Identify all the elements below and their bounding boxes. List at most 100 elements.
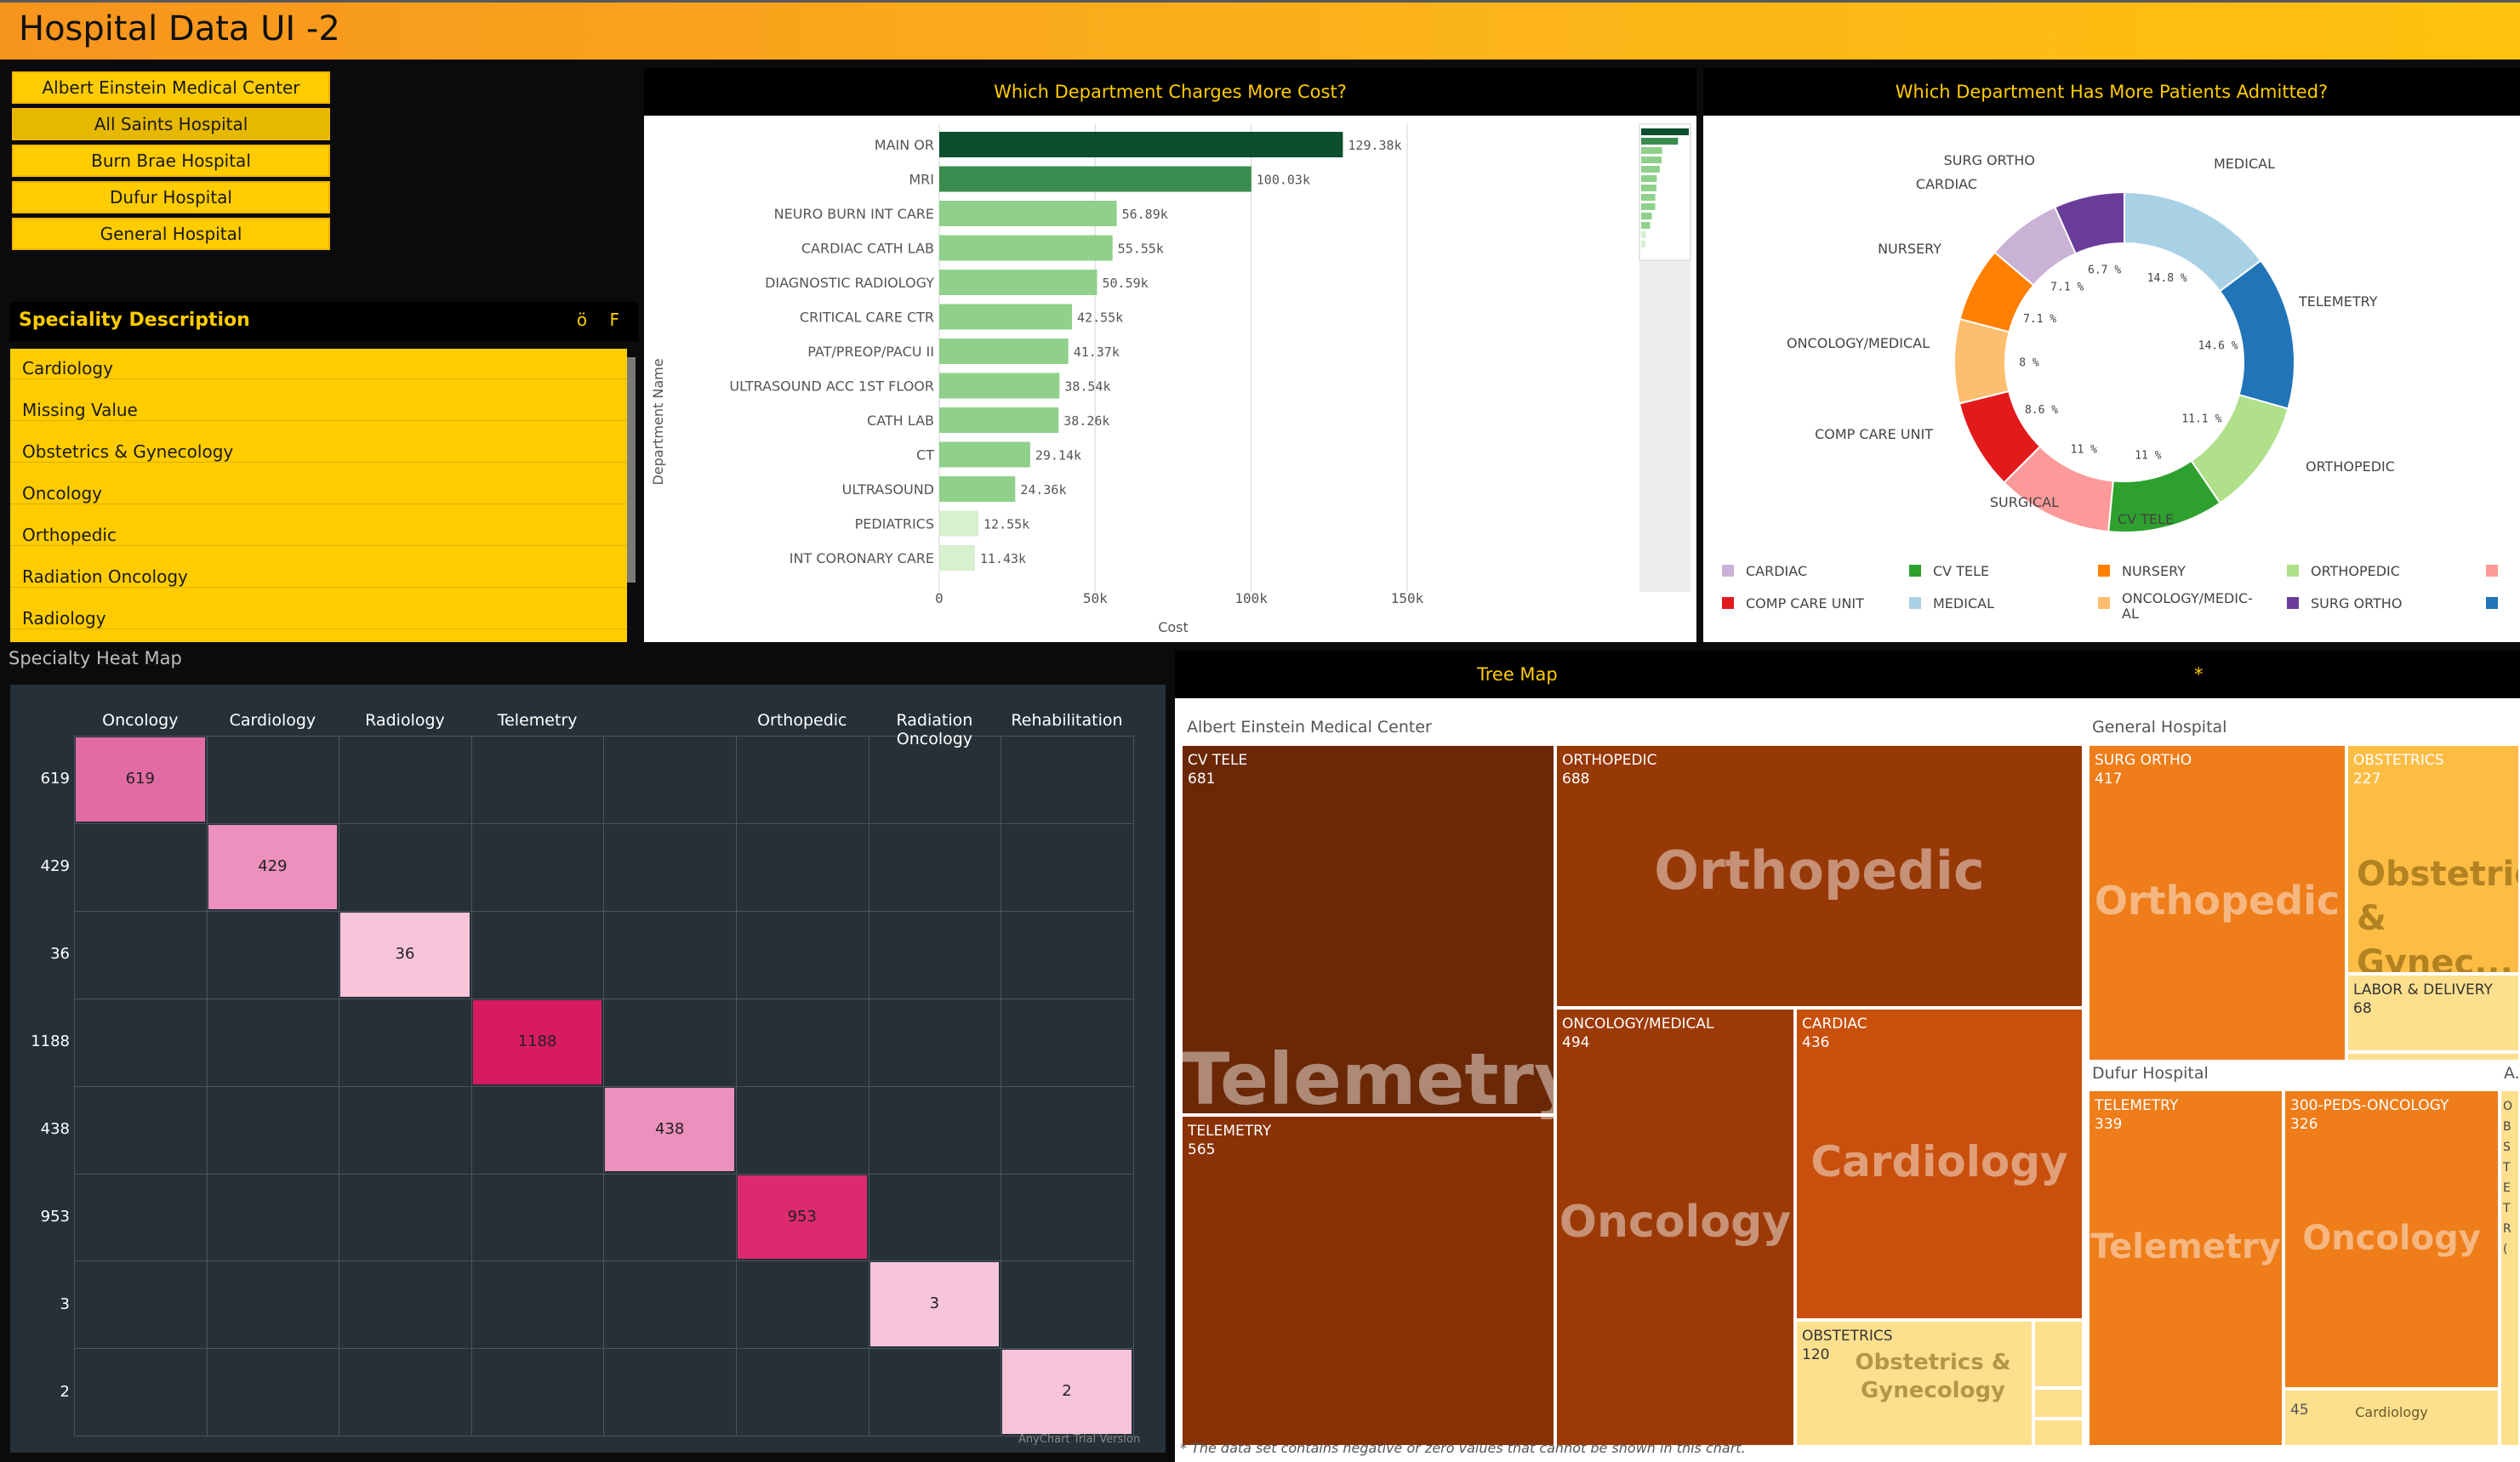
- treemap-tile-oncology-medical[interactable]: ONCOLOGY/MEDICAL 494 Oncology: [1555, 1008, 1795, 1447]
- bar-category-label: INT CORONARY CARE: [790, 550, 934, 566]
- bar-category-label: NEURO BURN INT CARE: [774, 206, 934, 222]
- slice-percent-label: 11 %: [2071, 443, 2097, 456]
- treemap-tile-other[interactable]: O B S T E T R (: [2500, 1089, 2520, 1447]
- tile-value: 120: [1802, 1346, 1830, 1363]
- hospital-button-general[interactable]: General Hospital: [12, 218, 330, 250]
- tile-value: 68: [2353, 1000, 2372, 1017]
- hospital-button-dufur[interactable]: Dufur Hospital: [12, 181, 330, 213]
- bar-category-label: CRITICAL CARE CTR: [800, 310, 934, 326]
- cost-chart-title: Which Department Charges More Cost?: [644, 68, 1696, 116]
- app-title: Hospital Data UI -2: [19, 9, 340, 48]
- x-tick-label: 100k: [1234, 590, 1268, 606]
- bar-value-label: 50.59k: [1102, 276, 1148, 291]
- patients-chart-panel: Which Department Has More Patients Admit…: [1703, 68, 2520, 642]
- treemap-tile-small[interactable]: [2033, 1419, 2084, 1447]
- heatmap-cell[interactable]: 619: [76, 737, 205, 822]
- navigator-bar: [1641, 138, 1679, 145]
- legend-swatch: [1909, 597, 1921, 609]
- speciality-item[interactable]: Missing Value: [10, 380, 627, 421]
- tile-value: 565: [1188, 1141, 1216, 1158]
- tile-big-label: Telemetry: [1181, 1038, 1581, 1121]
- treemap-tile-small[interactable]: [2346, 1052, 2520, 1061]
- navigator-bar: [1641, 185, 1656, 191]
- cost-chart: 0 50k 100k 150k Cost Department Name MAIN OR 12…: [650, 123, 1691, 635]
- speciality-menu-icon[interactable]: ö F: [577, 310, 628, 330]
- speciality-header: Speciality Description ö F: [10, 302, 638, 341]
- treemap-group-other: A...: [2504, 1064, 2520, 1083]
- treemap-tile-cardiology-dufur[interactable]: 45 Cardiology: [2283, 1389, 2500, 1447]
- bar-value-label: 11.43k: [980, 551, 1026, 566]
- speciality-item[interactable]: Radiation Oncology: [10, 547, 627, 588]
- bar-value-label: 29.14k: [1035, 448, 1081, 464]
- heatmap-cell[interactable]: 953: [738, 1175, 867, 1260]
- speciality-item[interactable]: Orthopedic: [10, 505, 627, 546]
- heatmap-cell[interactable]: 1188: [472, 999, 602, 1084]
- slice-percent-label: 14.6 %: [2198, 340, 2238, 353]
- tile-value: 688: [1562, 771, 1590, 788]
- slice-name-label: SURGICAL: [1990, 494, 2059, 510]
- legend-label: AL: [2122, 606, 2139, 622]
- heatmap-cell[interactable]: 438: [605, 1087, 734, 1172]
- patients-donut-chart: 14.8 % MEDICAL 14.6 % TELEMETRY 11.1 % ORTHOP…: [1722, 152, 2498, 622]
- treemap-group-dufur: Dufur Hospital: [2092, 1064, 2209, 1083]
- bar-value-label: 56.89k: [1122, 207, 1168, 222]
- tile-big-label: Oncology: [2302, 1219, 2481, 1258]
- heatmap-cell[interactable]: 3: [869, 1262, 1000, 1347]
- hospital-button-all-saints[interactable]: All Saints Hospital: [12, 108, 330, 140]
- bar-value-label: 100.03k: [1257, 173, 1310, 188]
- treemap-tile-obstetrics-gh[interactable]: OBSTETRICS 227 Obstetrics & Gynec...: [2346, 744, 2520, 974]
- treemap-tile-telemetry-dufur[interactable]: TELEMETRY 339 Telemetry: [2088, 1089, 2283, 1447]
- treemap-note: * The data set contains negative or zero…: [1180, 1440, 1746, 1456]
- heatmap-row-label: 1188: [31, 1033, 70, 1051]
- treemap-tile-surg-ortho[interactable]: SURG ORTHO 417 Orthopedic: [2088, 744, 2346, 1061]
- treemap-tile-peds-oncology[interactable]: 300-PEDS-ONCOLOGY 326 Oncology: [2283, 1089, 2500, 1389]
- treemap-tile-cardiac[interactable]: CARDIAC 436 Cardiology: [1795, 1008, 2084, 1320]
- x-tick-label: 0: [935, 590, 944, 606]
- treemap-tile-labor-delivery[interactable]: LABOR & DELIVERY 68: [2346, 974, 2520, 1052]
- cost-bar: [939, 132, 1343, 157]
- tile-name: ORTHOPEDIC: [1562, 752, 1657, 769]
- bar-value-label: 24.36k: [1020, 482, 1066, 498]
- speciality-scrollbar[interactable]: [627, 357, 636, 583]
- tile-big-label: Cardiology: [1810, 1137, 2068, 1186]
- speciality-item[interactable]: Oncology: [10, 464, 627, 504]
- treemap-tile-orthopedic[interactable]: ORTHOPEDIC 688 Orthopedic: [1555, 744, 2084, 1008]
- speciality-item[interactable]: Radiology: [10, 589, 627, 629]
- treemap-tile-obstetrics[interactable]: OBSTETRICS 120 Obstetrics & Gynecology: [1795, 1320, 2033, 1447]
- treemap-tile-small[interactable]: [2033, 1320, 2084, 1388]
- treemap-tile-small[interactable]: [2033, 1388, 2084, 1419]
- navigator-bar: [1641, 203, 1656, 210]
- treemap-group-einstein: Albert Einstein Medical Center: [1187, 718, 1432, 737]
- hospital-button-einstein[interactable]: Albert Einstein Medical Center: [12, 71, 330, 104]
- heatmap-cell[interactable]: 429: [208, 824, 338, 909]
- navigator-bar: [1641, 241, 1645, 247]
- tile-big-label: Obstetrics & Gynec...: [2357, 855, 2518, 974]
- legend-swatch: [2486, 565, 2498, 577]
- legend-label: SURG ORTHO: [2311, 595, 2402, 612]
- heatmap-cell[interactable]: 36: [340, 912, 470, 997]
- cost-chart-panel: Which Department Charges More Cost? 0 50k…: [644, 68, 1696, 642]
- bar-category-label: ULTRASOUND: [842, 481, 934, 498]
- bar-category-label: MAIN OR: [875, 137, 934, 153]
- hospital-button-burn-brae[interactable]: Burn Brae Hospital: [12, 145, 330, 177]
- cost-bar: [939, 407, 1059, 433]
- legend-swatch: [1722, 597, 1734, 609]
- heatmap-column-label: Radiation Oncology: [896, 711, 973, 748]
- treemap-tile-telemetry[interactable]: TELEMETRY 565: [1181, 1115, 1555, 1447]
- heatmap-cell[interactable]: 2: [1002, 1350, 1132, 1435]
- bar-category-label: PEDIATRICS: [855, 516, 934, 532]
- tile-name: O B S T E T R (: [2503, 1100, 2513, 1256]
- slice-name-label: NURSERY: [1878, 241, 1941, 257]
- speciality-item[interactable]: Cardiology: [10, 349, 627, 379]
- speciality-item[interactable]: Obstetrics & Gynecology: [10, 422, 627, 463]
- legend-swatch: [2098, 597, 2110, 609]
- slice-name-label: COMP CARE UNIT: [1815, 426, 1933, 442]
- legend-swatch: [1909, 565, 1921, 577]
- treemap-group-general: General Hospital: [2092, 718, 2227, 737]
- tile-name: SURG ORTHO: [2095, 752, 2192, 769]
- heatmap-grid: Oncology Cardiology Radiology Telemetry Orth…: [10, 685, 1166, 1453]
- navigator-bar: [1641, 147, 1662, 154]
- slice-percent-label: 14.8 %: [2147, 272, 2187, 285]
- tile-name: ONCOLOGY/MEDICAL: [1562, 1015, 1714, 1033]
- slice-percent-label: 6.7 %: [2088, 264, 2121, 276]
